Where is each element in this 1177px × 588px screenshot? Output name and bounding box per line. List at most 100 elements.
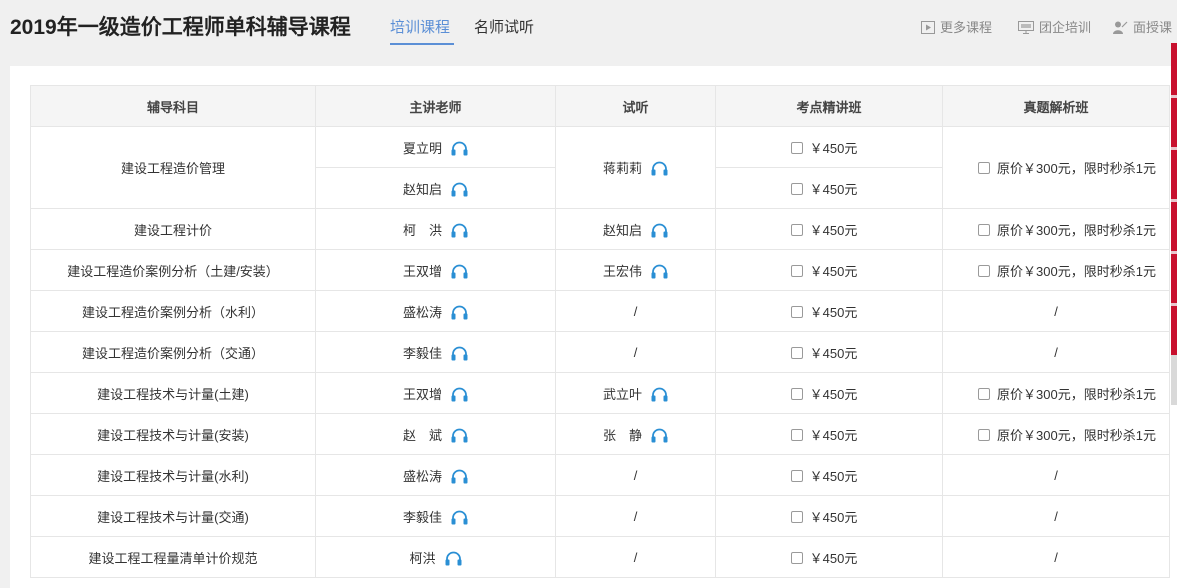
table-header-row: 辅导科目 主讲老师 试听 考点精讲班 真题解析班: [30, 85, 1170, 127]
teacher-cell: 李毅佳: [315, 495, 556, 537]
teacher-name: 赵知启: [402, 181, 442, 197]
headphone-icon[interactable]: [451, 223, 468, 238]
price-text: ￥450元: [809, 140, 858, 156]
subject-cell: 建设工程造价管理: [30, 126, 316, 209]
price-text: ￥450元: [809, 304, 858, 320]
price-cell: ￥450元: [715, 413, 943, 455]
headphone-icon[interactable]: [451, 141, 468, 156]
headphone-icon[interactable]: [445, 551, 462, 566]
teacher-cell: 王双增: [315, 249, 556, 291]
more-courses-link[interactable]: 更多课程: [921, 17, 992, 36]
trial-teacher-name: /: [633, 303, 638, 319]
table-row: 建设工程造价案例分析（水利） 盛松涛 / ￥450元 /: [30, 290, 1170, 332]
price-text: ￥450元: [809, 468, 858, 484]
price-checkbox[interactable]: [790, 182, 803, 195]
headphone-icon[interactable]: [451, 469, 468, 484]
active-tab-indicator: [390, 43, 454, 45]
headphone-icon[interactable]: [651, 387, 668, 402]
table-row: 建设工程技术与计量(土建) 王双增 武立叶 ￥450元 原价￥300元，限时秒杀1元: [30, 372, 1170, 414]
face-class-link[interactable]: 面授课: [1113, 17, 1172, 36]
exam-checkbox[interactable]: [978, 264, 991, 277]
subject-cell: 建设工程造价案例分析（水利）: [30, 290, 316, 332]
price-checkbox[interactable]: [790, 264, 803, 277]
teacher-cell: 赵知启: [315, 167, 556, 209]
subject-cell: 建设工程技术与计量(安装): [30, 413, 316, 455]
exam-cell: 原价￥300元，限时秒杀1元: [942, 249, 1170, 291]
teacher-name: 李毅佳: [402, 509, 442, 525]
price-cell: ￥450元: [715, 167, 943, 209]
headphone-icon[interactable]: [651, 223, 668, 238]
side-bar-gray-item[interactable]: [1171, 355, 1177, 405]
headphone-icon[interactable]: [451, 346, 468, 361]
trial-cell: /: [555, 536, 716, 578]
subject-cell: 建设工程计价: [30, 208, 316, 250]
headphone-icon[interactable]: [651, 264, 668, 279]
team-training-link[interactable]: 团企培训: [1018, 17, 1091, 36]
teacher-name: 王双增: [402, 263, 442, 279]
price-checkbox[interactable]: [790, 510, 803, 523]
teacher-name: 盛松涛: [402, 304, 442, 320]
price-cell: ￥450元: [715, 290, 943, 332]
teacher-cell: 盛松涛: [315, 454, 556, 496]
header-key-points-class: 考点精讲班: [715, 85, 943, 127]
more-courses-label: 更多课程: [940, 20, 993, 35]
headphone-icon[interactable]: [651, 161, 668, 176]
table-row: 建设工程技术与计量(交通) 李毅佳 / ￥450元 /: [30, 495, 1170, 537]
exam-cell: /: [942, 290, 1170, 332]
exam-cell: 原价￥300元，限时秒杀1元: [942, 208, 1170, 250]
trial-teacher-name: 王宏伟: [602, 263, 642, 279]
price-cell: ￥450元: [715, 208, 943, 250]
headphone-icon[interactable]: [451, 387, 468, 402]
teacher-name: 赵 斌: [402, 427, 442, 443]
price-text: ￥450元: [809, 181, 858, 197]
table-row: 建设工程工程量清单计价规范 柯洪 / ￥450元 /: [30, 536, 1170, 578]
subject-cell: 建设工程技术与计量(土建): [30, 372, 316, 414]
price-checkbox[interactable]: [790, 223, 803, 236]
header-teacher: 主讲老师: [315, 85, 556, 127]
exam-checkbox[interactable]: [978, 428, 991, 441]
trial-teacher-name: 武立叶: [602, 386, 642, 402]
price-checkbox[interactable]: [790, 469, 803, 482]
teacher-name: 柯洪: [409, 550, 436, 566]
trial-teacher-name: 赵知启: [602, 222, 642, 238]
subject-cell: 建设工程工程量清单计价规范: [30, 536, 316, 578]
header-bar: 2019年一级造价工程师单科辅导课程 培训课程 名师试听 更多课程 团企培训 面…: [0, 0, 1177, 52]
price-checkbox[interactable]: [790, 305, 803, 318]
price-text: ￥450元: [809, 222, 858, 238]
teacher-cell: 柯洪: [315, 536, 556, 578]
table-row: 建设工程造价管理 夏立明 蒋莉莉 ￥450元 原价￥300元，限时秒杀1元: [30, 126, 1170, 209]
tab-teacher-trial[interactable]: 名师试听: [474, 16, 534, 37]
headphone-icon[interactable]: [651, 428, 668, 443]
trial-teacher-name: 蒋莉莉: [602, 161, 642, 176]
headphone-icon[interactable]: [451, 305, 468, 320]
headphone-icon[interactable]: [451, 182, 468, 197]
exam-checkbox[interactable]: [978, 162, 991, 174]
price-checkbox[interactable]: [790, 346, 803, 359]
teacher-cell: 李毅佳: [315, 331, 556, 373]
teacher-cell: 王双增: [315, 372, 556, 414]
headphone-icon[interactable]: [451, 264, 468, 279]
teacher-cell: 柯 洪: [315, 208, 556, 250]
headphone-icon[interactable]: [451, 428, 468, 443]
exam-text: 原价￥300元，限时秒杀1元: [997, 161, 1156, 176]
exam-checkbox[interactable]: [978, 387, 991, 400]
headphone-icon[interactable]: [451, 510, 468, 525]
price-checkbox[interactable]: [790, 141, 803, 154]
price-cell: ￥450元: [715, 536, 943, 578]
teacher-name: 盛松涛: [402, 468, 442, 484]
table-row: 建设工程技术与计量(安装) 赵 斌 张 静 ￥450元 原价￥300元，限时秒杀1元: [30, 413, 1170, 455]
tab-training-courses[interactable]: 培训课程: [390, 16, 450, 37]
table-row: 建设工程造价案例分析（交通） 李毅佳 / ￥450元 /: [30, 331, 1170, 373]
face-class-label: 面授课: [1133, 20, 1173, 35]
exam-checkbox[interactable]: [978, 223, 991, 236]
price-checkbox[interactable]: [790, 387, 803, 400]
video-icon: [921, 21, 935, 34]
header-trial: 试听: [555, 85, 716, 127]
price-checkbox[interactable]: [790, 551, 803, 564]
price-checkbox[interactable]: [790, 428, 803, 441]
price-text: ￥450元: [809, 550, 858, 566]
teacher-name: 李毅佳: [402, 345, 442, 361]
teacher-cell: 盛松涛: [315, 290, 556, 332]
trial-teacher-name: /: [633, 549, 638, 565]
header-subject: 辅导科目: [30, 85, 316, 127]
